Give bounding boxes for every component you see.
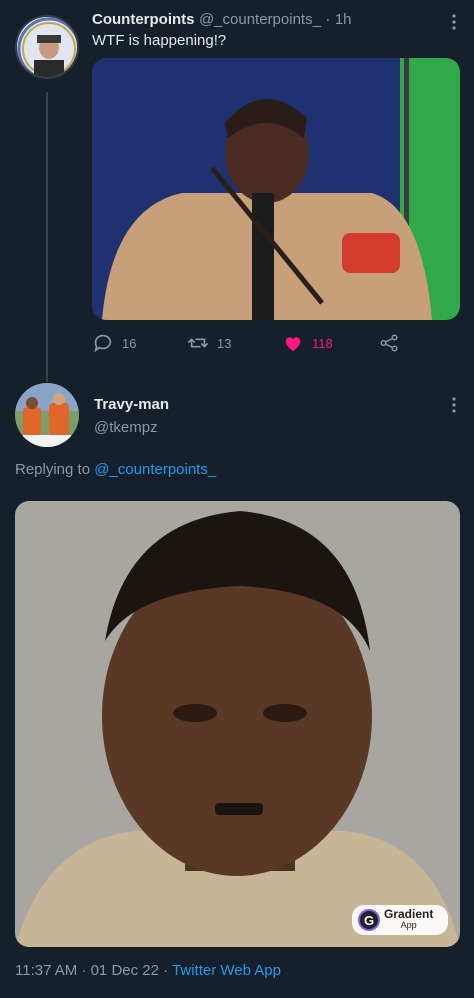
retweet-button[interactable]: 13 [187,332,231,354]
like-button[interactable]: 118 [282,332,333,354]
tweet-text: WTF is happening!? [92,32,227,49]
more-options-icon[interactable] [449,396,459,414]
like-count: 118 [312,335,333,351]
replying-prefix: Replying to [15,461,91,478]
share-icon [380,334,398,352]
more-options-icon[interactable] [449,13,459,31]
handle[interactable]: @tkempz [94,419,158,436]
reply-icon [94,334,112,353]
tweet-media[interactable]: G Gradient App [15,501,460,947]
tweet-header: Counterpoints @_counterpoints_ · 1h [92,11,352,29]
badge-subtitle: App [400,920,417,930]
tweet-timestamp[interactable]: 11:37 AM · 01 Dec 22 · [15,962,172,979]
tweet-footer: 11:37 AM · 01 Dec 22 · Twitter Web App [15,962,281,979]
heart-icon [285,337,301,352]
tweet-actions: 16 13 118 [92,332,460,356]
display-name[interactable]: Travy-man [94,396,169,413]
reply-button[interactable]: 16 [92,332,136,354]
tweet-media[interactable] [92,58,460,320]
replying-to: Replying to @_counterpoints_ [15,461,216,478]
display-name[interactable]: Counterpoints [92,11,195,28]
handle[interactable]: @_counterpoints_ [199,11,321,28]
gradient-logo-icon: G [358,909,380,931]
badge-title: Gradient [384,907,434,921]
retweet-count: 13 [217,335,232,351]
avatar[interactable] [15,383,79,447]
share-button[interactable] [378,332,400,354]
reply-count: 16 [122,335,137,351]
timestamp[interactable]: 1h [335,11,352,28]
photo-people-icon [92,58,460,320]
replying-handle-link[interactable]: @_counterpoints_ [94,461,216,478]
thread-connector-line [46,92,48,382]
portrait-photo-icon [15,501,460,947]
source-app-link[interactable]: Twitter Web App [172,962,281,979]
separator: · [325,11,331,28]
avatar[interactable] [15,15,79,79]
gradient-app-badge: G Gradient App [352,905,448,935]
retweet-icon [188,338,208,348]
